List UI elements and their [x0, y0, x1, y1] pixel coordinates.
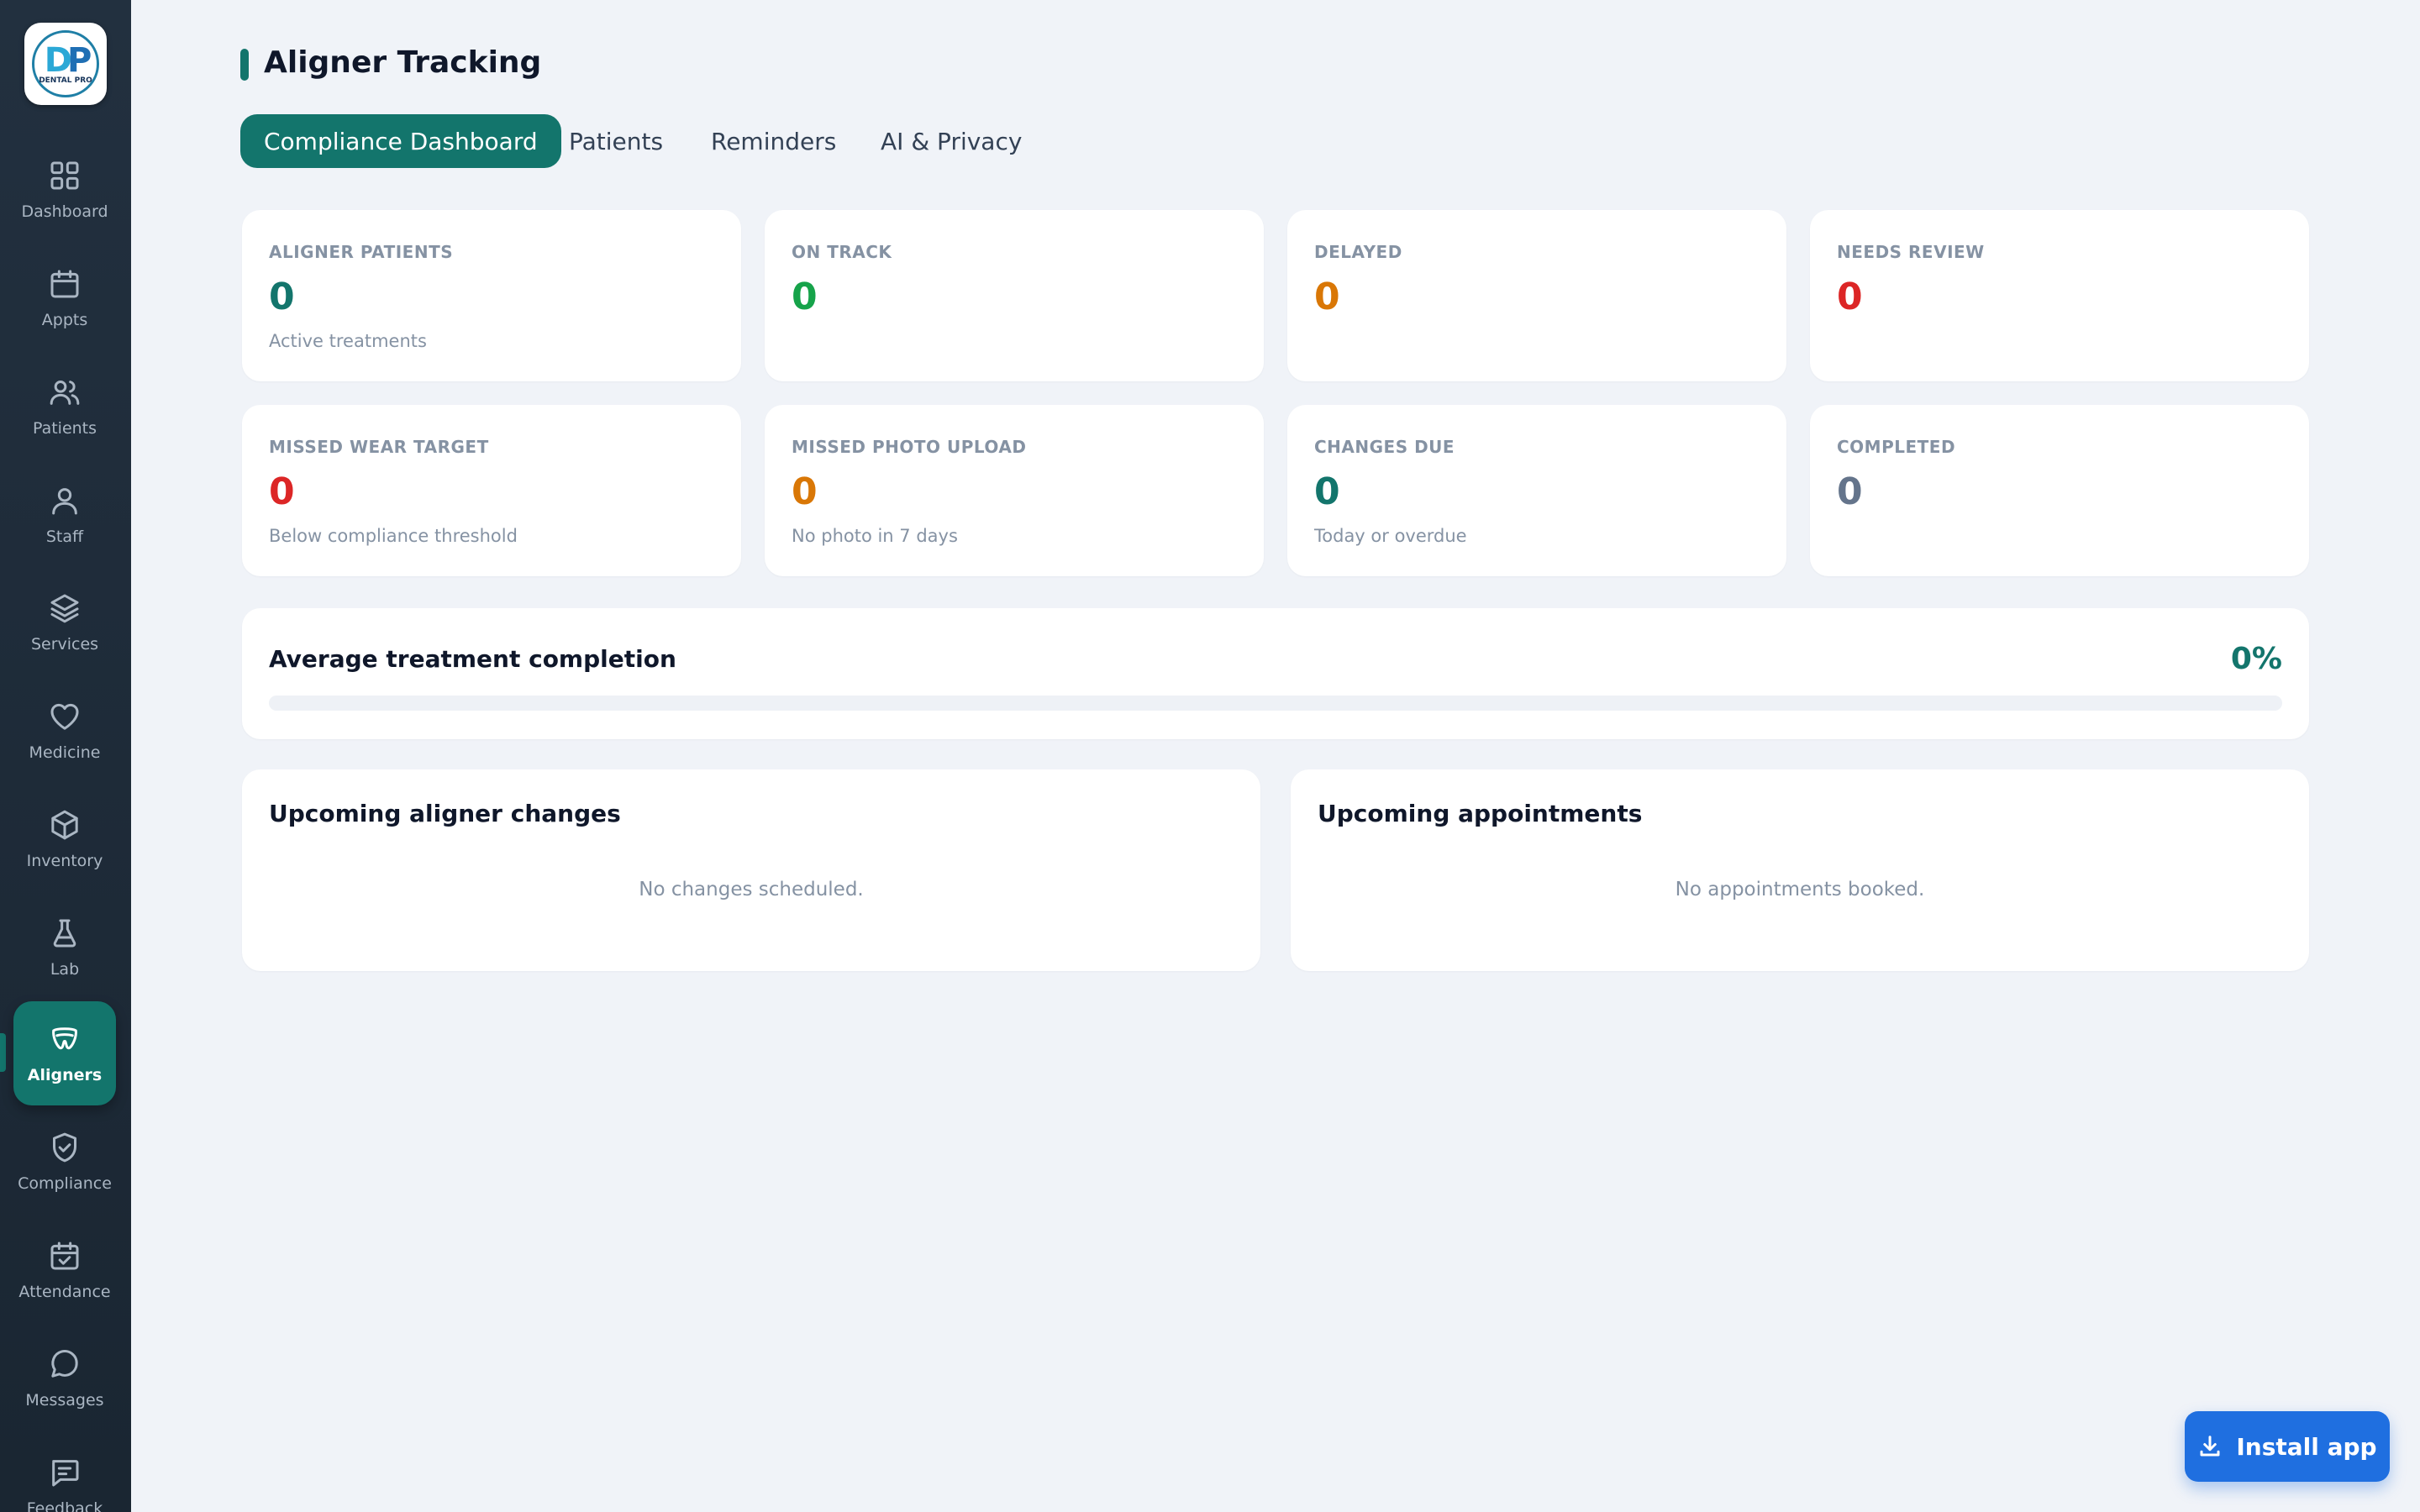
sidebar-item-feedback[interactable]: Feedback [13, 1435, 116, 1512]
download-icon [2200, 1436, 2220, 1457]
tooth-icon [52, 1027, 77, 1050]
sidebar-item-label: Staff [45, 528, 84, 546]
calendar-icon [50, 270, 79, 298]
stat-value: 0 [1314, 470, 1340, 513]
upcoming-appointments-title: Upcoming appointments [1318, 800, 1643, 827]
page-title: Aligner Tracking [264, 45, 542, 80]
stat-label: MISSED WEAR TARGET [269, 437, 489, 457]
average-completion-title: Average treatment completion [269, 645, 676, 673]
stat-label: DELAYED [1314, 242, 1402, 262]
flask-icon [53, 919, 76, 948]
layers-icon [50, 594, 79, 623]
stat-card-missed-photo-upload: MISSED PHOTO UPLOAD 0 No photo in 7 days [765, 405, 1264, 576]
upcoming-changes-title: Upcoming aligner changes [269, 800, 621, 827]
upcoming-aligner-changes-card: Upcoming aligner changes No changes sche… [242, 769, 1260, 971]
sidebar-item-medicine[interactable]: Medicine [13, 679, 116, 783]
upcoming-appointments-card: Upcoming appointments No appointments bo… [1291, 769, 2309, 971]
install-app-button[interactable]: Install app [2185, 1411, 2390, 1482]
sidebar-item-label: Lab [50, 960, 80, 979]
dashboard-grid-icon [50, 161, 79, 190]
sidebar-item-label: Medicine [29, 743, 101, 762]
stat-value: 0 [792, 470, 818, 513]
sidebar: DP DENTAL PRO Dashboard Appts Patients S… [0, 0, 131, 1512]
logo-emblem: DP DENTAL PRO [32, 30, 99, 97]
average-completion-value: 0% [2230, 642, 2282, 676]
stat-label: CHANGES DUE [1314, 437, 1455, 457]
stat-subtext: Today or overdue [1314, 526, 1467, 546]
sidebar-item-attendance[interactable]: Attendance [13, 1218, 116, 1322]
sidebar-item-compliance[interactable]: Compliance [13, 1110, 116, 1214]
sidebar-item-label: Messages [25, 1391, 104, 1410]
calendar-check-icon [50, 1242, 79, 1270]
stat-card-completed: COMPLETED 0 [1810, 405, 2309, 576]
sidebar-item-label: Feedback [26, 1499, 103, 1512]
tab-compliance-dashboard[interactable]: Compliance Dashboard [240, 114, 561, 168]
shield-check-icon [53, 1132, 76, 1163]
heart-icon [50, 703, 79, 730]
active-nav-marker [0, 1033, 6, 1072]
stat-card-changes-due: CHANGES DUE 0 Today or overdue [1287, 405, 1786, 576]
stat-label: COMPLETED [1837, 437, 1956, 457]
stat-card-delayed: DELAYED 0 [1287, 210, 1786, 381]
sidebar-item-label: Dashboard [21, 202, 108, 221]
sidebar-item-lab[interactable]: Lab [13, 895, 116, 1000]
upcoming-changes-empty-state: No changes scheduled. [639, 879, 864, 900]
stat-label: MISSED PHOTO UPLOAD [792, 437, 1027, 457]
box-icon [51, 810, 78, 840]
sidebar-item-label: Aligners [27, 1066, 103, 1084]
sidebar-item-label: Patients [32, 419, 97, 438]
sidebar-item-patients[interactable]: Patients [13, 354, 116, 459]
stat-subtext: No photo in 7 days [792, 526, 958, 546]
stat-label: ALIGNER PATIENTS [269, 242, 454, 262]
stat-value: 0 [1837, 276, 1863, 318]
sidebar-item-label: Attendance [18, 1283, 111, 1301]
stat-value: 0 [792, 276, 818, 318]
stat-value: 0 [1837, 470, 1863, 513]
stat-value: 0 [269, 276, 295, 318]
stat-card-missed-wear-target: MISSED WEAR TARGET 0 Below compliance th… [242, 405, 741, 576]
average-completion-card: Average treatment completion 0% [242, 608, 2309, 739]
sidebar-item-dashboard[interactable]: Dashboard [13, 138, 116, 242]
completion-progress-bar [269, 696, 2282, 711]
sidebar-item-messages[interactable]: Messages [13, 1326, 116, 1431]
sidebar-item-label: Compliance [18, 1174, 112, 1193]
stat-subtext: Active treatments [269, 331, 427, 351]
stat-card-aligner-patients: ALIGNER PATIENTS 0 Active treatments [242, 210, 741, 381]
sidebar-item-services[interactable]: Services [13, 570, 116, 675]
sidebar-item-inventory[interactable]: Inventory [13, 787, 116, 891]
tab-patients[interactable]: Patients [545, 114, 687, 168]
sidebar-item-label: Appts [41, 311, 88, 329]
sidebar-item-staff[interactable]: Staff [13, 463, 116, 567]
stat-card-on-track: ON TRACK 0 [765, 210, 1264, 381]
sidebar-item-label: Services [30, 635, 99, 654]
message-circle-icon [51, 1350, 78, 1378]
user-icon [52, 488, 77, 515]
install-app-label: Install app [2236, 1432, 2377, 1461]
sidebar-item-aligners[interactable]: Aligners [13, 1001, 116, 1105]
stat-card-needs-review: NEEDS REVIEW 0 [1810, 210, 2309, 381]
upcoming-appointments-empty-state: No appointments booked. [1675, 879, 1925, 900]
tab-ai-privacy[interactable]: AI & Privacy [857, 114, 1045, 168]
stat-value: 0 [269, 470, 295, 513]
tab-reminders[interactable]: Reminders [687, 114, 860, 168]
title-accent-bar [240, 49, 249, 81]
message-square-icon [52, 1460, 79, 1487]
users-icon [50, 381, 80, 405]
stat-value: 0 [1314, 276, 1340, 318]
stat-label: NEEDS REVIEW [1837, 242, 1985, 262]
brand-logo[interactable]: DP DENTAL PRO [24, 23, 107, 105]
stat-label: ON TRACK [792, 242, 892, 262]
stat-subtext: Below compliance threshold [269, 526, 518, 546]
sidebar-item-label: Inventory [26, 852, 103, 870]
sidebar-item-appts[interactable]: Appts [13, 246, 116, 350]
